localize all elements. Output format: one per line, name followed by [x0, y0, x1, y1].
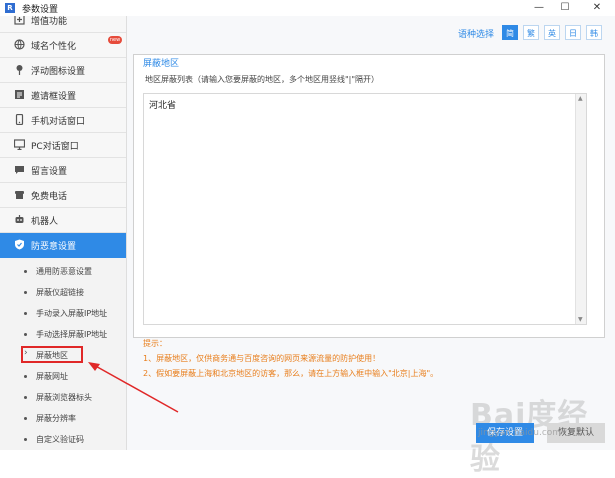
sub-item-custom-captcha[interactable]: 自定义验证码 [0, 429, 126, 449]
plus-icon [14, 16, 25, 25]
sub-item-label: 屏蔽浏览器标头 [36, 393, 92, 402]
sidebar-item-label: 手机对话窗口 [31, 117, 86, 127]
lang-korean-button[interactable]: 韩 [586, 25, 602, 40]
phone-icon [14, 113, 25, 126]
sidebar-item-label: 防恶意设置 [31, 242, 77, 252]
scroll-down-icon[interactable]: ▼ [578, 316, 583, 323]
watermark-url: jingyan.baidu.com [478, 428, 562, 438]
scroll-up-icon[interactable]: ▲ [578, 95, 583, 102]
bullet-icon [24, 438, 27, 441]
bullet-icon [24, 270, 27, 273]
title-bar: R 参数设置 — ☐ ✕ [0, 0, 615, 17]
sub-item-select-ip[interactable]: 手动选择屏蔽IP地址 [0, 324, 126, 344]
sidebar-item-label: 机器人 [31, 217, 59, 227]
globe-icon [14, 39, 25, 50]
region-list-textarea[interactable]: 河北省 ▲ ▼ [143, 93, 587, 325]
sidebar-item-domain[interactable]: 域名个性化 new [0, 33, 126, 58]
sub-item-block-links[interactable]: 屏蔽仪超链接 [0, 282, 126, 302]
sub-item-block-browser-header[interactable]: 屏蔽浏览器标头 [0, 387, 126, 407]
tip-line-1: 1、屏蔽地区，仅供商务通与百度咨询的网页来源流量的防护使用！ [143, 354, 381, 363]
lang-traditional-button[interactable]: 繁 [523, 25, 539, 40]
sub-item-general[interactable]: 通用防恶意设置 [0, 261, 126, 281]
bullet-icon [24, 333, 27, 336]
dialog-icon [14, 89, 25, 100]
sub-item-label: 自定义验证码 [36, 435, 84, 444]
sidebar-item-label: 留言设置 [31, 167, 68, 177]
robot-icon [14, 214, 25, 225]
bullet-icon [24, 312, 27, 315]
sidebar-item-label: PC对话窗口 [31, 142, 79, 152]
window-title: 参数设置 [22, 5, 59, 15]
lang-simplified-button[interactable]: 简 [502, 25, 518, 40]
bullet-icon [24, 417, 27, 420]
sidebar-item-robot[interactable]: 机器人 [0, 208, 126, 233]
region-list-value: 河北省 [149, 101, 177, 111]
sidebar-item-pc-chat[interactable]: PC对话窗口 [0, 133, 126, 158]
sub-item-block-resolution[interactable]: 屏蔽分辨率 [0, 408, 126, 428]
sidebar-item-value-added[interactable]: 增值功能 [0, 16, 126, 33]
sub-item-label: 手动录入屏蔽IP地址 [36, 309, 108, 318]
sidebar-item-invite[interactable]: 邀请框设置 [0, 83, 126, 108]
bullet-icon [24, 375, 27, 378]
close-button[interactable]: ✕ [580, 0, 614, 16]
app-icon: R [5, 3, 15, 13]
message-icon [14, 164, 25, 175]
section-title: 屏蔽地区 [141, 56, 182, 69]
bullet-icon [24, 291, 27, 294]
sidebar-item-label: 域名个性化 [31, 42, 77, 52]
sidebar: 增值功能 域名个性化 new 浮动图标设置 邀请框设置 手机对话窗口 PC对话窗… [0, 16, 127, 450]
lang-japanese-button[interactable]: 日 [565, 25, 581, 40]
sidebar-item-float-icon[interactable]: 浮动图标设置 [0, 58, 126, 83]
sub-item-manual-ip[interactable]: 手动录入屏蔽IP地址 [0, 303, 126, 323]
scrollbar[interactable]: ▲ ▼ [575, 94, 586, 324]
sub-item-label: 屏蔽仪超链接 [36, 288, 84, 297]
sub-item-label: 屏蔽网址 [36, 372, 68, 381]
sub-item-label: 手动选择屏蔽IP地址 [36, 330, 108, 339]
field-label: 地区屏蔽列表（请输入您要屏蔽的地区，多个地区用竖线"|"隔开） [145, 75, 380, 84]
language-label: 语种选择 [458, 30, 495, 40]
maximize-button[interactable]: ☐ [552, 0, 578, 16]
sidebar-item-label: 浮动图标设置 [31, 67, 86, 77]
highlight-box [21, 346, 83, 363]
lang-english-button[interactable]: 英 [544, 25, 560, 40]
new-badge: new [108, 36, 122, 44]
sub-item-label: 屏蔽分辨率 [36, 414, 76, 423]
sidebar-item-mobile-chat[interactable]: 手机对话窗口 [0, 108, 126, 133]
sidebar-item-label: 增值功能 [31, 17, 68, 27]
sub-item-label: 通用防恶意设置 [36, 267, 92, 276]
sidebar-item-label: 免费电话 [31, 192, 68, 202]
sidebar-item-free-call[interactable]: 免费电话 [0, 183, 126, 208]
bullet-icon [24, 396, 27, 399]
tips-label: 提示： [143, 339, 167, 348]
pin-icon [14, 64, 25, 75]
sidebar-item-message[interactable]: 留言设置 [0, 158, 126, 183]
sidebar-item-anti-malicious[interactable]: 防恶意设置 [0, 233, 126, 258]
sidebar-item-label: 邀请框设置 [31, 92, 77, 102]
minimize-button[interactable]: — [526, 0, 552, 16]
tip-line-2: 2、假如要屏蔽上海和北京地区的访客，那么，请在上方输入框中输入"北京|上海"。 [143, 369, 439, 378]
shield-icon [14, 239, 25, 250]
telephone-icon [14, 189, 25, 200]
sub-item-block-url[interactable]: 屏蔽网址 [0, 366, 126, 386]
monitor-icon [13, 139, 26, 151]
